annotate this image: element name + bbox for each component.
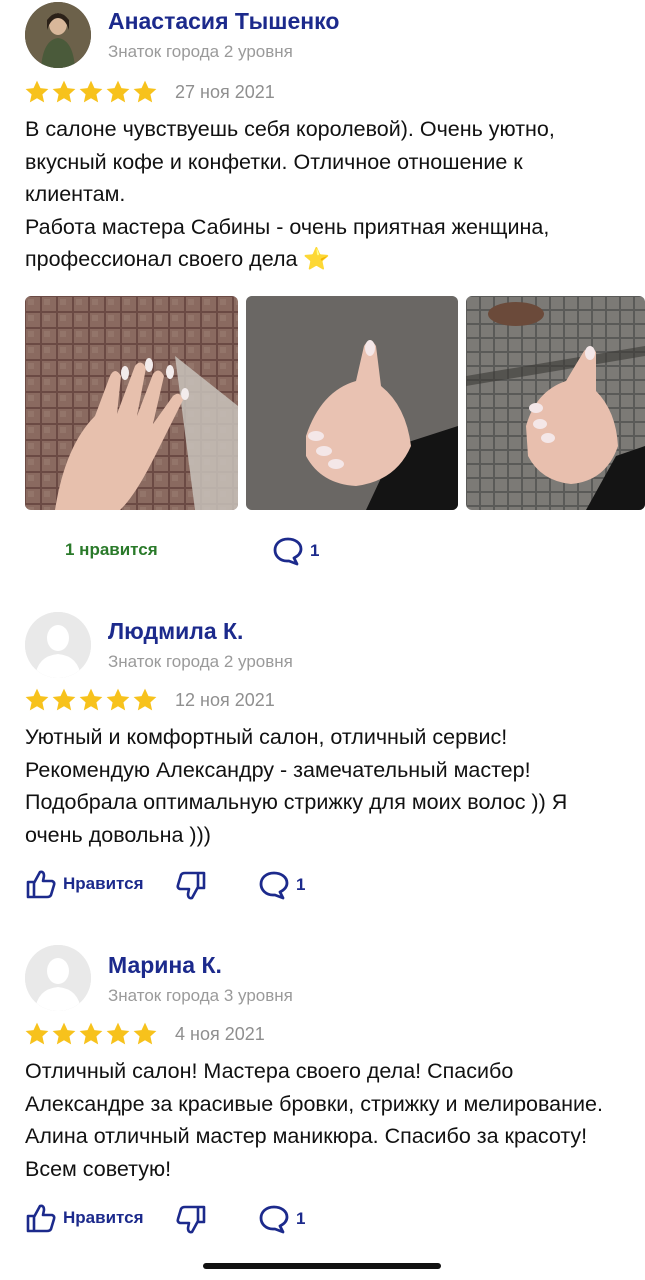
like-label: Нравится xyxy=(63,1208,144,1227)
author-level: Знаток города 2 уровня xyxy=(108,42,293,61)
author-name[interactable]: Анастасия Тышенко xyxy=(108,8,339,35)
like-count[interactable]: 1 нравится xyxy=(65,540,158,560)
home-indicator[interactable] xyxy=(203,1263,441,1269)
review-paragraph: Отличный салон! Мастера своего дела! Спа… xyxy=(25,1059,603,1181)
comments-count: 1 xyxy=(310,541,320,560)
review-photo[interactable] xyxy=(246,296,458,510)
comments-button[interactable]: 1 xyxy=(272,536,319,566)
comments-count: 1 xyxy=(296,1209,306,1228)
photo-gallery[interactable] xyxy=(25,296,645,510)
thumbs-down-icon xyxy=(176,1205,206,1234)
thumbs-up-icon xyxy=(26,870,56,899)
dislike-button[interactable] xyxy=(175,870,207,907)
star-icon xyxy=(79,688,103,711)
star-icon xyxy=(25,80,49,103)
avatar[interactable] xyxy=(25,612,91,678)
review-text: Отличный салон! Мастера своего дела! Спа… xyxy=(25,1055,625,1185)
comments-button[interactable]: 1 xyxy=(258,870,305,900)
author-level: Знаток города 2 уровня xyxy=(108,652,293,671)
thumbs-down-icon xyxy=(176,871,206,900)
review-text: Уютный и комфортный салон, отличный серв… xyxy=(25,721,625,851)
star-icon xyxy=(106,80,130,103)
review-photo[interactable] xyxy=(466,296,645,510)
author-level: Знаток города 3 уровня xyxy=(108,986,293,1005)
star-icon xyxy=(106,1022,130,1045)
comments-count: 1 xyxy=(296,875,306,894)
review-paragraph: В салоне чувствуешь себя королевой). Оче… xyxy=(25,117,555,206)
review-photo[interactable] xyxy=(25,296,238,510)
avatar[interactable] xyxy=(25,2,91,68)
star-icon xyxy=(52,1022,76,1045)
star-icon xyxy=(133,1022,157,1045)
star-icon xyxy=(25,1022,49,1045)
like-button[interactable]: Нравится xyxy=(25,1202,144,1234)
like-label: Нравится xyxy=(63,874,144,893)
star-icon xyxy=(25,688,49,711)
rating-stars xyxy=(24,79,158,105)
star-icon xyxy=(106,688,130,711)
avatar[interactable] xyxy=(25,945,91,1011)
star-icon xyxy=(79,1022,103,1045)
review-date: 27 ноя 2021 xyxy=(175,82,275,102)
comments-button[interactable]: 1 xyxy=(258,1204,305,1234)
default-avatar-icon xyxy=(25,945,91,1011)
star-icon xyxy=(133,80,157,103)
like-button[interactable]: Нравится xyxy=(25,868,144,900)
review-paragraph: Уютный и комфортный салон, отличный серв… xyxy=(25,725,568,847)
star-icon xyxy=(133,688,157,711)
star-icon xyxy=(52,80,76,103)
rating-stars xyxy=(24,687,158,713)
comment-icon xyxy=(259,1205,289,1234)
default-avatar-icon xyxy=(25,612,91,678)
author-name[interactable]: Людмила К. xyxy=(108,618,243,645)
star-icon xyxy=(79,80,103,103)
star-icon xyxy=(52,688,76,711)
comment-icon xyxy=(273,537,303,566)
author-name[interactable]: Марина К. xyxy=(108,952,222,979)
review-date: 12 ноя 2021 xyxy=(175,690,275,710)
comment-icon xyxy=(259,871,289,900)
review-date: 4 ноя 2021 xyxy=(175,1024,265,1044)
thumbs-up-icon xyxy=(26,1204,56,1233)
rating-stars xyxy=(24,1021,158,1047)
review-paragraph: Работа мастера Сабины - очень приятная ж… xyxy=(25,214,550,272)
review-text: В салоне чувствуешь себя королевой). Оче… xyxy=(25,113,625,276)
dislike-button[interactable] xyxy=(175,1204,207,1241)
